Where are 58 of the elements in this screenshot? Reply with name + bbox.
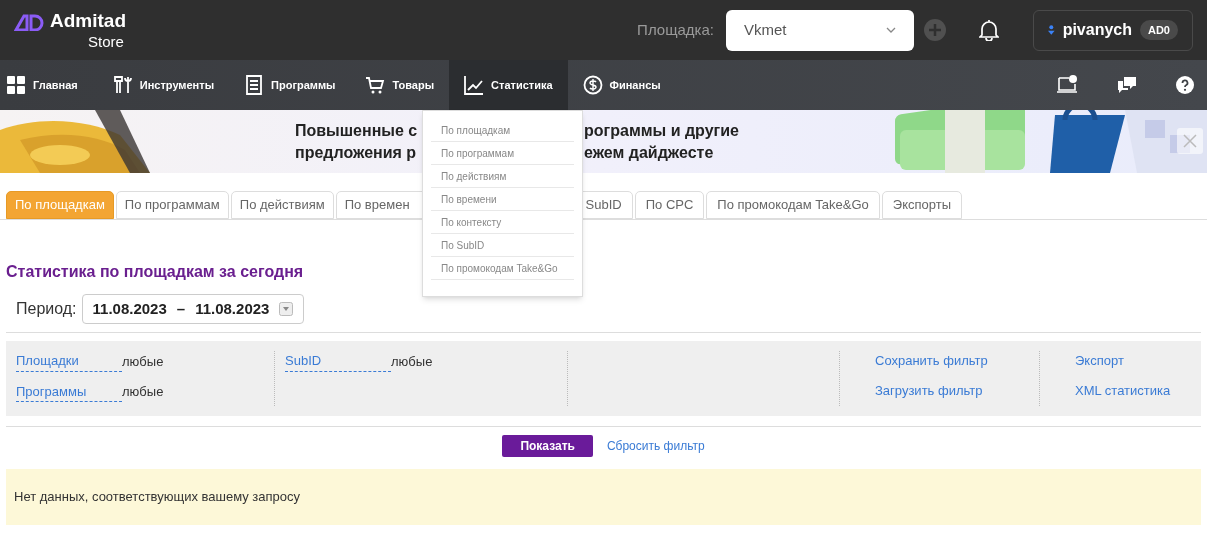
bell-icon[interactable] (979, 19, 999, 41)
dropdown-item[interactable]: По программам (431, 142, 574, 165)
banner-text: рограммы и другие (584, 120, 739, 141)
filter-value: любые (391, 352, 433, 371)
logo-icon (14, 14, 44, 31)
nav-item[interactable]: Программы (229, 60, 351, 110)
dropdown-item[interactable]: По промокодам Take&Go (431, 257, 574, 280)
line-chart-icon (464, 75, 485, 95)
dropdown-item[interactable]: По времени (431, 188, 574, 211)
nav-item[interactable]: Финансы (567, 60, 676, 110)
filter-action-link[interactable]: Экспорт (1075, 351, 1124, 371)
laptop-chat-icon[interactable] (1056, 75, 1078, 95)
help-icon[interactable] (1176, 76, 1194, 94)
dropdown-item[interactable]: По площадкам (431, 119, 574, 142)
filter-value: любые (122, 352, 164, 371)
tab[interactable]: По CPC (634, 191, 705, 219)
nav-item[interactable]: Инструменты (97, 60, 230, 110)
dollar-coin-icon (582, 75, 603, 95)
reset-filter-link[interactable]: Сбросить фильтр (606, 437, 705, 455)
dropdown-item[interactable]: По действиям (431, 165, 574, 188)
chat-icon[interactable] (1116, 75, 1138, 95)
nav-item[interactable]: Статистика (449, 60, 568, 110)
user-menu[interactable]: pivanych AD0 (1033, 9, 1193, 51)
banner-text: ежем дайджесте (584, 142, 714, 163)
show-button[interactable]: Показать (502, 435, 593, 457)
filter-link[interactable]: SubID (285, 351, 391, 372)
filter-action-link[interactable]: Сохранить фильтр (875, 351, 988, 371)
tools-icon (112, 75, 133, 95)
filter-link[interactable]: Площадки (16, 351, 122, 372)
grid-icon (6, 75, 26, 95)
logo-name: Admitad (50, 9, 126, 33)
dropdown-item[interactable]: По контексту (431, 211, 574, 234)
cart-icon (365, 75, 386, 95)
period-label: Период: (16, 299, 77, 319)
filter-action-link[interactable]: Загрузить фильтр (875, 380, 983, 400)
document-icon (244, 75, 265, 95)
platform-label: Площадка: (637, 19, 714, 40)
user-icon (1048, 23, 1055, 37)
chevron-down-icon (886, 27, 896, 33)
tab[interactable]: По действиям (230, 191, 334, 219)
dropdown-item[interactable]: По SubID (431, 234, 574, 257)
tab[interactable]: Экспорты (881, 191, 962, 219)
filter-link[interactable]: Программы (16, 381, 122, 402)
logo-subtitle: Store (88, 33, 125, 51)
platform-select[interactable]: Vkmet (726, 9, 914, 51)
date-range-field[interactable]: 11.08.2023 – 11.08.2023 (81, 294, 305, 324)
tab[interactable]: По программам (115, 191, 229, 219)
banner-text: предложения р (295, 142, 417, 163)
account-badge: AD0 (1140, 19, 1178, 41)
nav-item[interactable]: Главная (0, 60, 98, 110)
dropdown-icon (279, 302, 294, 316)
report-title: Статистика по площадкам за сегодня (6, 262, 304, 282)
filter-action-link[interactable]: XML статистика (1075, 380, 1171, 400)
tab[interactable]: По промокодам Take&Go (706, 191, 880, 219)
banner-text: Повышенные с (295, 120, 418, 141)
notice: Нет данных, соответствующих вашему запросу (6, 469, 1201, 525)
filter-value: любые (122, 383, 164, 401)
nav-item[interactable]: Товары (350, 60, 450, 110)
